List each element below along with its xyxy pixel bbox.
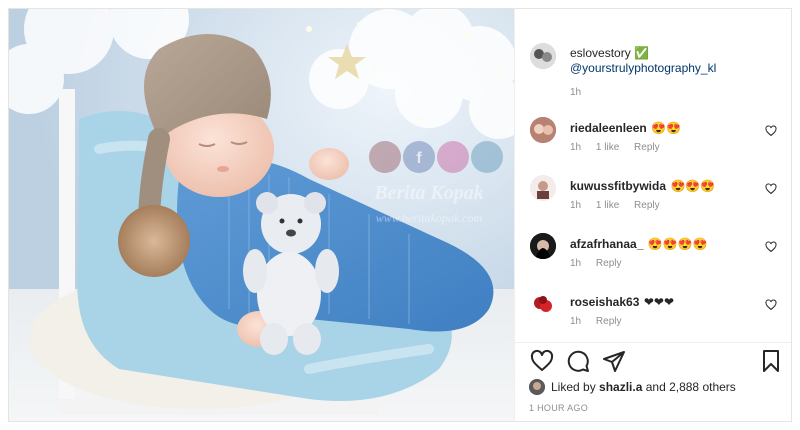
comment-meta: 1h 1 like Reply	[570, 142, 672, 153]
comment-line: afzafrhanaa_ 😍😍😍😍	[570, 235, 708, 253]
post-side-panel: eslovestory ✅ @yourstrulyphotography_kl …	[514, 9, 791, 421]
comment-text: 😍😍😍	[670, 179, 716, 193]
comment-item: riedaleenleen 😍😍 1h 1 like Reply	[515, 117, 791, 175]
comment-time: 1h	[570, 142, 582, 153]
commenter-avatar-image	[530, 117, 556, 143]
comment-text: 😍😍	[651, 121, 682, 135]
reply-link[interactable]: Reply	[634, 142, 660, 153]
commenter-avatar[interactable]	[530, 291, 556, 317]
comment-text: ❤❤❤	[643, 295, 675, 309]
reply-link[interactable]: Reply	[596, 258, 622, 269]
caption-author-line: eslovestory ✅	[570, 46, 649, 60]
bookmark-icon[interactable]	[759, 349, 783, 373]
comment-time: 1h	[570, 316, 582, 327]
caption-time: 1h	[570, 87, 582, 98]
comment-item: kuwussfitbywida 😍😍😍 1h 1 like Reply	[515, 175, 791, 233]
comment-like-heart-icon[interactable]	[765, 299, 777, 311]
commenter-avatar-image	[530, 233, 556, 259]
post-timestamp: 1 HOUR AGO	[529, 403, 589, 413]
comment-meta: 1h 1 like Reply	[570, 200, 672, 211]
comment-icon[interactable]	[566, 349, 590, 373]
comment-likes[interactable]: 1 like	[596, 200, 619, 211]
comment-like-heart-icon[interactable]	[765, 125, 777, 137]
commenter-avatar[interactable]	[530, 233, 556, 259]
comment-likes[interactable]: 1 like	[596, 142, 619, 153]
liker-avatar[interactable]	[529, 379, 545, 395]
comment-meta: 1h Reply	[570, 316, 633, 327]
comment-like-heart-icon[interactable]	[765, 183, 777, 195]
comment-username[interactable]: riedaleenleen	[570, 121, 647, 135]
post-photo[interactable]: f Berita Kopak www.beritakopak.com	[9, 9, 514, 421]
watermark-url: www.beritakopak.com	[376, 211, 483, 225]
comment-line: kuwussfitbywida 😍😍😍	[570, 177, 715, 195]
author-avatar[interactable]	[530, 43, 556, 69]
comment-item: roseishak63 ❤❤❤ 1h Reply	[515, 291, 791, 349]
comment-meta: 1h Reply	[570, 258, 633, 269]
likes-prefix: Liked by	[551, 380, 600, 394]
likes-suffix[interactable]: and 2,888 others	[642, 380, 736, 394]
comment-item: afzafrhanaa_ 😍😍😍😍 1h Reply	[515, 233, 791, 291]
liker-avatar-image	[529, 379, 545, 395]
comment-like-heart-icon[interactable]	[765, 241, 777, 253]
instagram-post-frame: f Berita Kopak www.beritakopak.com eslov…	[0, 0, 800, 430]
share-icon[interactable]	[602, 349, 626, 373]
post-card: f Berita Kopak www.beritakopak.com eslov…	[8, 8, 792, 422]
caption-mention-link[interactable]: @yourstrulyphotography_kl	[570, 61, 716, 75]
author-username[interactable]: eslovestory	[570, 46, 631, 60]
heart-icon[interactable]	[530, 349, 554, 373]
commenter-avatar[interactable]	[530, 117, 556, 143]
actions-divider	[515, 342, 791, 343]
commenter-avatar[interactable]	[530, 175, 556, 201]
comment-time: 1h	[570, 258, 582, 269]
comment-time: 1h	[570, 200, 582, 211]
action-bar	[515, 349, 791, 379]
likes-summary: Liked by shazli.a and 2,888 others	[529, 379, 736, 395]
liker-username[interactable]: shazli.a	[599, 380, 642, 394]
comment-username[interactable]: kuwussfitbywida	[570, 179, 666, 193]
verified-emoji: ✅	[634, 46, 649, 60]
comment-username[interactable]: roseishak63	[570, 295, 639, 309]
svg-text:f: f	[416, 150, 422, 167]
reply-link[interactable]: Reply	[596, 316, 622, 327]
commenter-avatar-image	[530, 175, 556, 201]
commenter-avatar-image	[530, 291, 556, 317]
baby-photo-illustration: f Berita Kopak www.beritakopak.com	[9, 9, 514, 421]
author-avatar-image	[530, 43, 556, 69]
reply-link[interactable]: Reply	[634, 200, 660, 211]
watermark-title: Berita Kopak	[373, 182, 483, 204]
comment-text: 😍😍😍😍	[647, 237, 708, 251]
comment-line: riedaleenleen 😍😍	[570, 119, 681, 137]
comment-username[interactable]: afzafrhanaa_	[570, 237, 643, 251]
comment-line: roseishak63 ❤❤❤	[570, 293, 674, 311]
